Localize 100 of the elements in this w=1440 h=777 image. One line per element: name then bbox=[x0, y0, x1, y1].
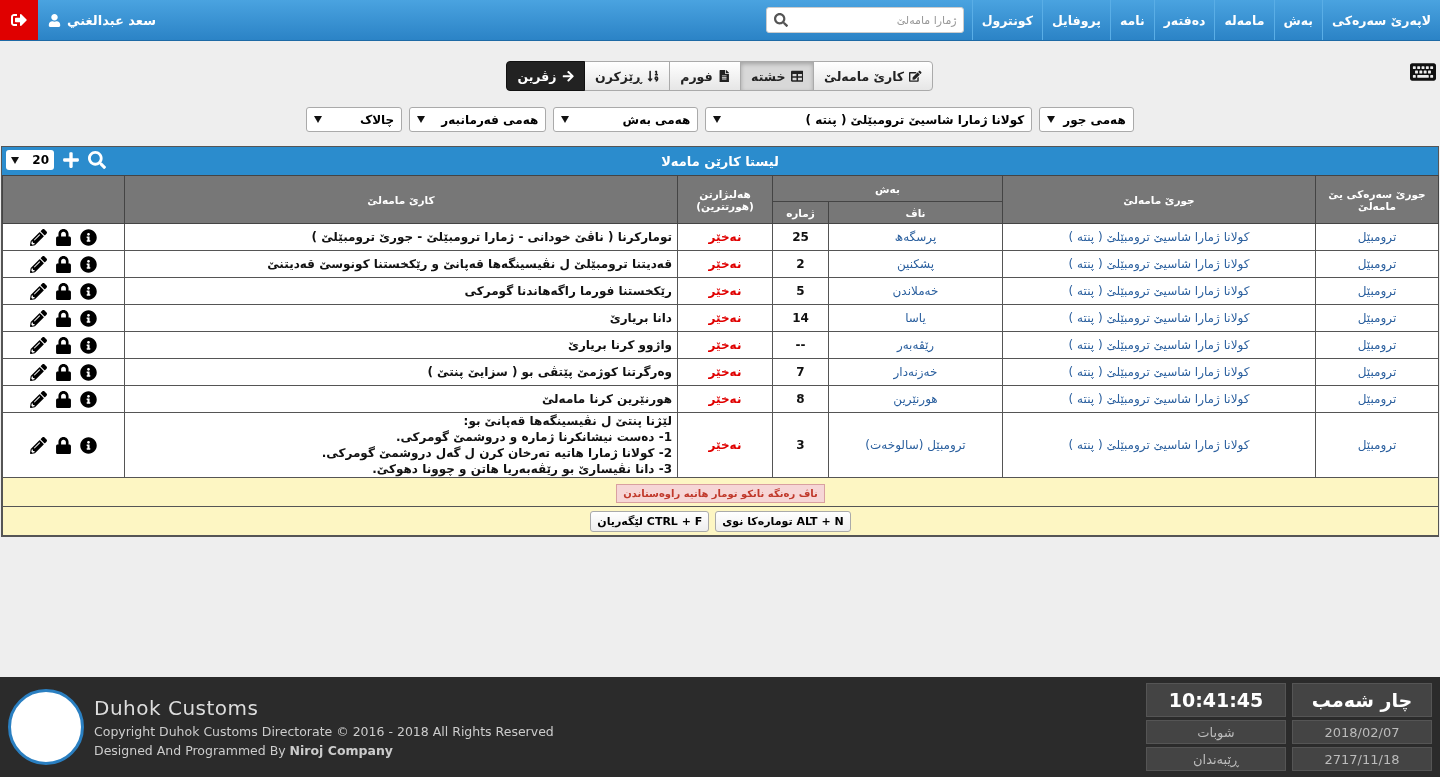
edit-icon[interactable] bbox=[30, 228, 47, 246]
table-cell: وەرگرتنا کوژمێ پێتڤی بو ( سزایێ پنتێ ) bbox=[124, 358, 678, 386]
table-cell: کولانا ژمارا شاسیێ ترومبێلێ ( پنتە ) bbox=[1002, 223, 1316, 251]
clock-cell: ڕێبەندان bbox=[1146, 747, 1286, 771]
table-cell: ترومبێل bbox=[1315, 385, 1439, 413]
filter-dropdown[interactable]: هەمی فەرمانبەر bbox=[409, 107, 547, 132]
lock-icon[interactable] bbox=[55, 255, 72, 273]
user-icon bbox=[48, 13, 61, 27]
copyright-text: Copyright Duhok Customs Directorate © 2016 - 2018 All Rights Reserved bbox=[94, 724, 554, 739]
info-icon[interactable] bbox=[80, 336, 97, 354]
table-cell: هورنێرین bbox=[828, 385, 1003, 413]
table-cell: رێڤەبەر bbox=[828, 331, 1003, 359]
info-icon[interactable] bbox=[80, 436, 97, 454]
edit-icon[interactable] bbox=[30, 255, 47, 273]
edit-icon[interactable] bbox=[30, 390, 47, 408]
logout-icon bbox=[11, 12, 27, 28]
edit-icon[interactable] bbox=[30, 436, 47, 454]
lock-icon[interactable] bbox=[55, 390, 72, 408]
lock-icon[interactable] bbox=[55, 336, 72, 354]
lock-icon[interactable] bbox=[55, 309, 72, 327]
lock-icon[interactable] bbox=[55, 436, 72, 454]
file-icon bbox=[717, 69, 731, 83]
clock-cell: 10:41:45 bbox=[1146, 683, 1286, 717]
brand-name: Duhok Customs bbox=[94, 696, 260, 720]
table-cell: کولانا ژمارا شاسیێ ترومبێلێ ( پنتە ) bbox=[1002, 385, 1316, 413]
filter-dropdown[interactable]: هەمی بەش bbox=[553, 107, 699, 132]
logout-button[interactable] bbox=[0, 0, 38, 40]
table-cell: تومارکرنا ( ناڤێ خودانی - ژمارا ترومبێلێ - جورێ ترومبێلێ ) bbox=[124, 223, 678, 251]
table-cell: کولانا ژمارا شاسیێ ترومبێلێ ( پنتە ) bbox=[1002, 412, 1316, 478]
back-button[interactable]: زڤرین bbox=[506, 61, 585, 91]
shortcut-button[interactable]: CTRL + F لێگەریان bbox=[590, 511, 710, 532]
table-cell: لێژنا پنتێ ل نڤیسینگەھا قەپانێ بو: 1- دەست نیشانکرنا ژمارە و دروشمێ گومرکی. 2- کولانا ژمارا هاتیە تەرخان کرن ل گەل دروشمێ گومرکی. 3- دانا نڤیسارێ بو رێڤەبەریا هاتن و چوونا دهوکێ. bbox=[124, 412, 678, 478]
legend-note: ناڤ رەنگە نانکو تومار هاتیە راوەستاندن bbox=[616, 483, 825, 503]
table-cell: رێکخستنا فورما راگەھاندنا گومرکی bbox=[124, 277, 678, 305]
column-header: جورێ سەرەکی یێ مامەلێ bbox=[1315, 175, 1439, 224]
lock-icon[interactable] bbox=[55, 228, 72, 246]
edit-icon[interactable] bbox=[30, 336, 47, 354]
table-cell: نەخێر bbox=[677, 250, 773, 278]
page-size-dropdown[interactable]: 20 bbox=[6, 150, 54, 170]
filter-dropdown[interactable]: هەمی جور bbox=[1039, 107, 1134, 132]
info-icon[interactable] bbox=[80, 228, 97, 246]
filter-dropdown[interactable]: کولانا ژمارا شاسیێ ترومبێلێ ( پنتە ) bbox=[705, 107, 1033, 132]
table-cell: 7 bbox=[772, 358, 829, 386]
column-header: جورێ مامەلێ bbox=[1002, 175, 1316, 224]
lock-icon[interactable] bbox=[55, 363, 72, 381]
table-cell: پشکنین bbox=[828, 250, 1003, 278]
search-icon[interactable] bbox=[88, 151, 106, 169]
view-tab[interactable]: کارێ مامەلێ bbox=[813, 61, 933, 91]
filter-dropdown[interactable]: چالاک bbox=[306, 107, 403, 132]
edit-icon[interactable] bbox=[30, 309, 47, 327]
table-cell: نەخێر bbox=[677, 304, 773, 332]
table-cell: کولانا ژمارا شاسیێ ترومبێلێ ( پنتە ) bbox=[1002, 277, 1316, 305]
caret-icon bbox=[713, 116, 722, 123]
caret-icon bbox=[561, 116, 570, 123]
table-cell: ترومبێل bbox=[1315, 304, 1439, 332]
edit-icon[interactable] bbox=[30, 282, 47, 300]
search-icon bbox=[773, 13, 788, 27]
table-cell: 14 bbox=[772, 304, 829, 332]
column-header: بەش bbox=[772, 175, 1003, 202]
edit-icon[interactable] bbox=[30, 363, 47, 381]
table-cell: کولانا ژمارا شاسیێ ترومبێلێ ( پنتە ) bbox=[1002, 250, 1316, 278]
info-icon[interactable] bbox=[80, 255, 97, 273]
table-cell: دانا بریارێ bbox=[124, 304, 678, 332]
shortcut-button[interactable]: ALT + N تومارەکا نوی bbox=[715, 511, 851, 532]
table-cell: ترومبێل bbox=[1315, 223, 1439, 251]
table-cell: ترومبێل bbox=[1315, 331, 1439, 359]
caret-icon bbox=[11, 156, 19, 164]
caret-icon bbox=[417, 116, 426, 123]
view-tab[interactable]: ڕێزکرن bbox=[584, 61, 671, 91]
table-cell: واژوو کرنا بریارێ bbox=[124, 331, 678, 359]
add-icon[interactable] bbox=[62, 151, 80, 169]
credit-text: Designed And Programmed By Niroj Company bbox=[94, 743, 394, 758]
info-icon[interactable] bbox=[80, 282, 97, 300]
column-header: هەلبژارتن (هورتترین) bbox=[677, 175, 773, 224]
clock-cell: 2018/02/07 bbox=[1292, 720, 1432, 744]
column-header: ناڤ bbox=[828, 201, 1003, 224]
table-cell: نەخێر bbox=[677, 331, 773, 359]
table-cell: ترومبێل (سالوخەت) bbox=[828, 412, 1003, 478]
table-cell: نەخێر bbox=[677, 385, 773, 413]
table-cell: ترومبێل bbox=[1315, 250, 1439, 278]
lock-icon[interactable] bbox=[55, 282, 72, 300]
table-cell: 25 bbox=[772, 223, 829, 251]
clock-cell: شوبات bbox=[1146, 720, 1286, 744]
search-field[interactable]: ژمارا مامەلێ bbox=[765, 7, 964, 33]
table-cell: هورنێرین کرنا مامەلێ bbox=[124, 385, 678, 413]
view-tab[interactable]: خشتە bbox=[740, 61, 815, 91]
sort-icon bbox=[646, 69, 660, 83]
table-cell: نەخێر bbox=[677, 277, 773, 305]
edit-icon bbox=[909, 69, 922, 83]
table-cell: 2 bbox=[772, 250, 829, 278]
table-cell: ترومبێل bbox=[1315, 412, 1439, 478]
clock-cell: چار شەمب bbox=[1292, 683, 1432, 717]
table-cell: کولانا ژمارا شاسیێ ترومبێلێ ( پنتە ) bbox=[1002, 331, 1316, 359]
info-icon[interactable] bbox=[80, 363, 97, 381]
info-icon[interactable] bbox=[80, 390, 97, 408]
info-icon[interactable] bbox=[80, 309, 97, 327]
caret-icon bbox=[314, 116, 323, 123]
view-tab[interactable]: فورم bbox=[669, 61, 742, 91]
table-cell: خەملاندن bbox=[828, 277, 1003, 305]
table-cell: کولانا ژمارا شاسیێ ترومبێلێ ( پنتە ) bbox=[1002, 304, 1316, 332]
